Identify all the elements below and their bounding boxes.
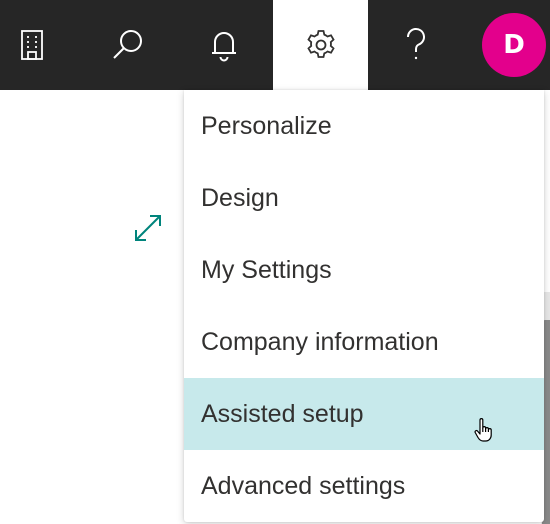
bell-icon <box>212 32 236 62</box>
gear-icon <box>306 30 335 58</box>
menu-item-label: Assisted setup <box>201 399 364 428</box>
menu-item-label: Company information <box>201 327 439 356</box>
help-icon <box>407 28 425 60</box>
company-button[interactable] <box>0 0 64 90</box>
search-button[interactable] <box>88 0 168 90</box>
menu-item-design[interactable]: Design <box>184 162 544 234</box>
search-icon <box>113 30 142 59</box>
help-button[interactable] <box>376 0 456 90</box>
menu-item-label: My Settings <box>201 255 332 284</box>
menu-item-label: Personalize <box>201 111 332 140</box>
menu-item-advanced-settings[interactable]: Advanced settings <box>184 450 544 522</box>
account-button[interactable]: D <box>478 0 550 90</box>
building-icon <box>21 30 43 60</box>
menu-item-my-settings[interactable]: My Settings <box>184 234 544 306</box>
notifications-button[interactable] <box>184 0 264 90</box>
settings-menu: Personalize Design My Settings Company i… <box>184 90 544 522</box>
expand-icon[interactable] <box>130 210 166 246</box>
hand-cursor-icon <box>474 418 492 442</box>
top-navigation-bar: D <box>0 0 550 90</box>
menu-item-personalize[interactable]: Personalize <box>184 90 544 162</box>
menu-item-label: Advanced settings <box>201 471 406 500</box>
avatar: D <box>482 13 546 77</box>
settings-button[interactable] <box>273 0 368 90</box>
menu-item-label: Design <box>201 183 279 212</box>
menu-item-company-information[interactable]: Company information <box>184 306 544 378</box>
menu-item-assisted-setup[interactable]: Assisted setup <box>184 378 544 450</box>
